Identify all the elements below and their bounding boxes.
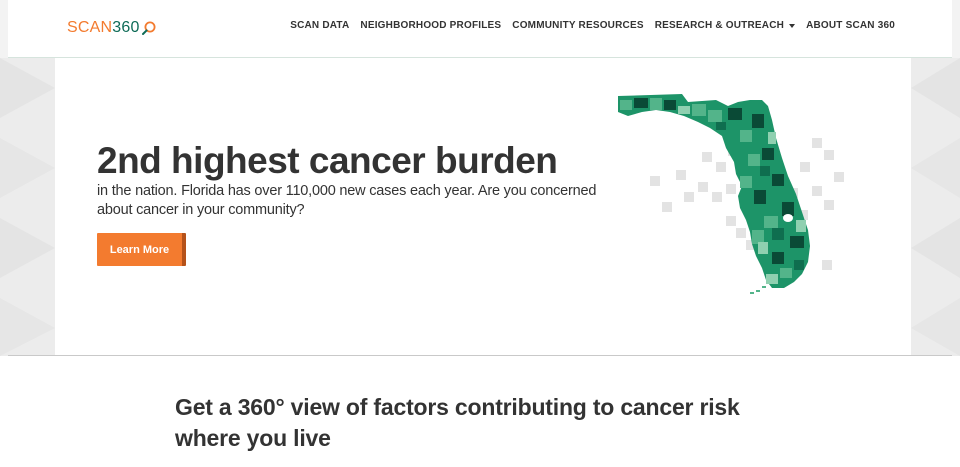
nav-about-scan360[interactable]: ABOUT SCAN 360 — [806, 20, 895, 31]
nav-neighborhood-profiles[interactable]: NEIGHBORHOOD PROFILES — [360, 20, 501, 31]
chevron-down-icon — [789, 23, 796, 28]
learn-more-button[interactable]: Learn More — [97, 233, 186, 266]
hero-headline: 2nd highest cancer burden — [97, 140, 558, 181]
main-nav: SCAN DATA NEIGHBORHOOD PROFILES COMMUNIT… — [290, 20, 895, 31]
nav-scan-data[interactable]: SCAN DATA — [290, 20, 349, 31]
intro-section: Get a 360° view of factors contributing … — [0, 356, 960, 467]
top-navigation-bar: SCAN 360 SCAN DATA NEIGHBORHOOD PROFILES… — [8, 0, 952, 58]
nav-community-resources[interactable]: COMMUNITY RESOURCES — [512, 20, 643, 31]
florida-county-map — [618, 94, 844, 294]
logo-scan-text: SCAN — [67, 19, 113, 36]
nav-research-outreach-label: RESEARCH & OUTREACH — [654, 20, 785, 31]
section-heading: Get a 360° view of factors contributing … — [175, 394, 740, 451]
nav-research-outreach[interactable]: RESEARCH & OUTREACH — [654, 20, 796, 31]
hero-subtext: in the nation. Florida has over 110,000 … — [97, 183, 597, 218]
logo-360-text: 360 — [112, 19, 140, 36]
magnifier-icon — [141, 21, 156, 35]
scan360-logo[interactable]: SCAN 360 — [67, 19, 157, 37]
